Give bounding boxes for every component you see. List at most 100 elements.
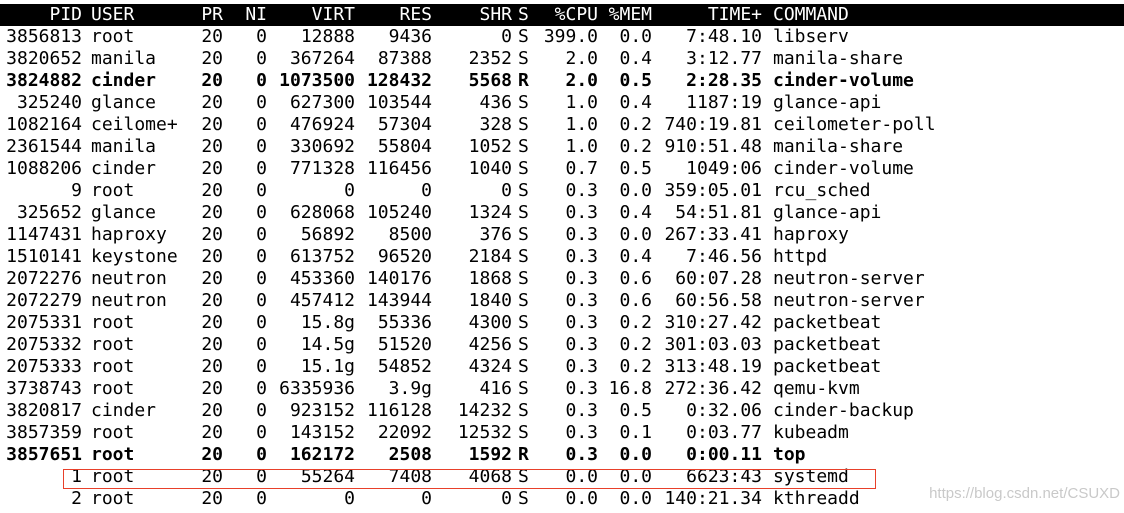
process-nice: 0 bbox=[256, 268, 267, 289]
process-time: 7:48.10 bbox=[686, 26, 762, 47]
process-time: 6623:43 bbox=[686, 466, 762, 487]
process-cpu: 0.3 bbox=[565, 400, 598, 421]
process-shr: 1040 bbox=[468, 158, 512, 179]
column-header-mem[interactable]: %MEM bbox=[604, 4, 652, 26]
process-priority: 20 bbox=[201, 224, 223, 245]
process-priority: 20 bbox=[201, 180, 223, 201]
column-header-pid[interactable]: PID bbox=[0, 4, 82, 26]
process-virt: 56892 bbox=[300, 224, 355, 245]
process-row[interactable]: 3857651 root 20 0 162172 2508 1592 R 0.3 0.0 0:00.… bbox=[0, 444, 1124, 466]
process-time: 0:03.77 bbox=[686, 422, 762, 443]
process-mem: 0.5 bbox=[619, 400, 652, 421]
watermark: https://blog.csdn.net/CSUXD bbox=[929, 485, 1120, 502]
column-header-user[interactable]: USER bbox=[91, 4, 191, 26]
process-res: 103544 bbox=[366, 92, 432, 113]
process-row[interactable]: 1510141 keystone 20 0 613752 96520 2184 S 0.3 0.4… bbox=[0, 246, 1124, 268]
column-header-res[interactable]: RES bbox=[362, 4, 432, 26]
process-state: S bbox=[518, 158, 529, 179]
column-header-state[interactable]: S bbox=[518, 4, 532, 26]
process-command: httpd bbox=[773, 246, 828, 267]
process-row[interactable]: 2075331 root 20 0 15.8g 55336 4300 S 0.3 0.2 310:2… bbox=[0, 312, 1124, 334]
process-res: 116456 bbox=[366, 158, 432, 179]
process-shr: 14232 bbox=[457, 400, 512, 421]
process-mem: 0.4 bbox=[619, 246, 652, 267]
process-priority: 20 bbox=[201, 334, 223, 355]
process-command: neutron-server bbox=[773, 268, 925, 289]
process-priority: 20 bbox=[201, 290, 223, 311]
process-pid: 1082164 bbox=[6, 114, 82, 135]
process-virt: 628068 bbox=[289, 202, 355, 223]
process-cpu: 0.3 bbox=[565, 334, 598, 355]
process-res: 7408 bbox=[388, 466, 432, 487]
process-user: root bbox=[91, 334, 135, 355]
process-nice: 0 bbox=[256, 70, 267, 91]
process-row[interactable]: 1088206 cinder 20 0 771328 116456 1040 S 0.7 0.5 1… bbox=[0, 158, 1124, 180]
process-priority: 20 bbox=[201, 488, 223, 509]
process-time: 310:27.42 bbox=[664, 312, 762, 333]
process-nice: 0 bbox=[256, 422, 267, 443]
process-time: 1049:06 bbox=[686, 158, 762, 179]
process-res: 105240 bbox=[366, 202, 432, 223]
process-virt: 613752 bbox=[289, 246, 355, 267]
process-res: 116128 bbox=[366, 400, 432, 421]
process-time: 2:28.35 bbox=[686, 70, 762, 91]
process-row[interactable]: 2075332 root 20 0 14.5g 51520 4256 S 0.3 0.2 301:0… bbox=[0, 334, 1124, 356]
process-row[interactable]: 2072279 neutron 20 0 457412 143944 1840 S 0.3 0.6… bbox=[0, 290, 1124, 312]
process-row[interactable]: 2361544 manila 20 0 330692 55804 1052 S 1.0 0.2 91… bbox=[0, 136, 1124, 158]
process-mem: 0.2 bbox=[619, 312, 652, 333]
process-state: S bbox=[518, 114, 529, 135]
process-row[interactable]: 3738743 root 20 0 6335936 3.9g 416 S 0.3 16.8 272:… bbox=[0, 378, 1124, 400]
process-virt: 12888 bbox=[300, 26, 355, 47]
process-priority: 20 bbox=[201, 356, 223, 377]
column-header-pr[interactable]: PR bbox=[195, 4, 223, 26]
column-header-ni[interactable]: NI bbox=[240, 4, 267, 26]
process-virt: 476924 bbox=[289, 114, 355, 135]
process-virt: 457412 bbox=[289, 290, 355, 311]
process-row[interactable]: 1147431 haproxy 20 0 56892 8500 376 S 0.3 0.0 267:… bbox=[0, 224, 1124, 246]
process-res: 87388 bbox=[377, 48, 432, 69]
process-res: 140176 bbox=[366, 268, 432, 289]
process-row[interactable]: 3856813 root 20 0 12888 9436 0 S 399.0 0.0 7:48.10… bbox=[0, 26, 1124, 48]
process-state: S bbox=[518, 268, 529, 289]
process-row[interactable]: 3857359 root 20 0 143152 22092 12532 S 0.3 0.1 0:0… bbox=[0, 422, 1124, 444]
process-command: haproxy bbox=[773, 224, 849, 245]
process-virt: 453360 bbox=[289, 268, 355, 289]
process-row[interactable]: 3820652 manila 20 0 367264 87388 2352 S 2.0 0.4 3:… bbox=[0, 48, 1124, 70]
column-header-shr[interactable]: SHR bbox=[440, 4, 512, 26]
process-res: 51520 bbox=[377, 334, 432, 355]
process-mem: 0.0 bbox=[619, 466, 652, 487]
process-nice: 0 bbox=[256, 378, 267, 399]
process-nice: 0 bbox=[256, 26, 267, 47]
process-mem: 0.2 bbox=[619, 334, 652, 355]
process-row[interactable]: 325240 glance 20 0 627300 103544 436 S 1.0 0.4 118… bbox=[0, 92, 1124, 114]
process-row[interactable]: 3820817 cinder 20 0 923152 116128 14232 S 0.3 0.5… bbox=[0, 400, 1124, 422]
process-row[interactable]: 325652 glance 20 0 628068 105240 1324 S 0.3 0.4 54… bbox=[0, 202, 1124, 224]
process-mem: 0.5 bbox=[619, 158, 652, 179]
process-row[interactable]: 2075333 root 20 0 15.1g 54852 4324 S 0.3 0.2 313:4… bbox=[0, 356, 1124, 378]
column-header-time[interactable]: TIME+ bbox=[656, 4, 762, 26]
process-shr: 2352 bbox=[468, 48, 512, 69]
process-nice: 0 bbox=[256, 400, 267, 421]
process-res: 96520 bbox=[377, 246, 432, 267]
process-row[interactable]: 1082164 ceilome+ 20 0 476924 57304 328 S 1.0 0.2 7… bbox=[0, 114, 1124, 136]
process-mem: 0.0 bbox=[619, 180, 652, 201]
process-cpu: 0.3 bbox=[565, 444, 598, 465]
process-user: neutron bbox=[91, 290, 167, 311]
process-row[interactable]: 2072276 neutron 20 0 453360 140176 1868 S 0.3 0.6… bbox=[0, 268, 1124, 290]
column-header-cpu[interactable]: %CPU bbox=[537, 4, 598, 26]
process-pid: 325652 bbox=[16, 202, 82, 223]
process-pid: 2 bbox=[71, 488, 82, 509]
process-res: 0 bbox=[421, 180, 432, 201]
process-user: glance bbox=[91, 92, 157, 113]
process-mem: 0.4 bbox=[619, 48, 652, 69]
process-shr: 416 bbox=[479, 378, 512, 399]
process-nice: 0 bbox=[256, 136, 267, 157]
process-cpu: 0.3 bbox=[565, 180, 598, 201]
process-user: root bbox=[91, 356, 135, 377]
process-user: root bbox=[91, 422, 135, 443]
column-header-virt[interactable]: VIRT bbox=[270, 4, 355, 26]
column-header-command[interactable]: COMMAND bbox=[773, 4, 1113, 26]
process-row[interactable]: 9 root 20 0 0 0 0 S 0.3 0.0 359:05.01 rcu_sched bbox=[0, 180, 1124, 202]
process-row[interactable]: 3824882 cinder 20 0 1073500 128432 5568 R 2.0 0.5… bbox=[0, 70, 1124, 92]
process-user: root bbox=[91, 378, 135, 399]
